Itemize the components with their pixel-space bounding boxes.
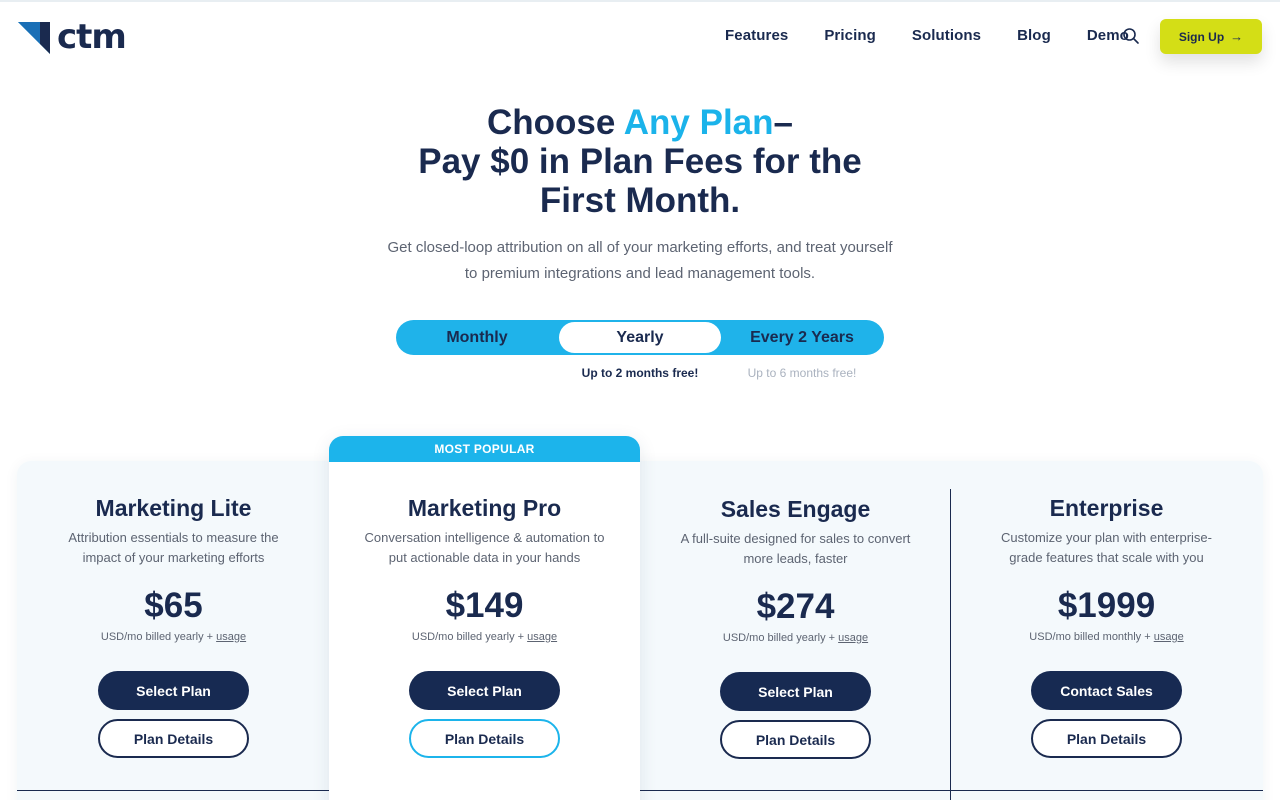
select-plan-button[interactable]: Select Plan bbox=[720, 672, 871, 711]
most-popular-badge: MOST POPULAR bbox=[329, 436, 640, 462]
nav-features[interactable]: Features bbox=[725, 27, 788, 44]
plan-billing: USD/mo billed yearly + usage bbox=[329, 631, 640, 643]
select-plan-button[interactable]: Select Plan bbox=[98, 671, 249, 710]
ctm-logo-icon bbox=[18, 22, 50, 54]
plan-description-line1: Conversation intelligence & automation t… bbox=[364, 530, 605, 545]
hero-subtitle-line2: to premium integrations and lead managem… bbox=[464, 265, 816, 282]
nav-solutions[interactable]: Solutions bbox=[912, 27, 981, 44]
hero-title-dash: – bbox=[773, 103, 793, 142]
plan-price: $1999 bbox=[1057, 586, 1156, 625]
plan-name: Marketing Lite bbox=[95, 495, 252, 521]
hero-subtitle: Get closed-loop attribution on all of yo… bbox=[360, 235, 920, 287]
toggle-every-2-years[interactable]: Every 2 Years bbox=[721, 322, 883, 353]
hero-subtitle-line1: Get closed-loop attribution on all of yo… bbox=[387, 239, 893, 256]
two-year-savings-note: Up to 6 months free! bbox=[747, 366, 857, 380]
plan-price: $274 bbox=[756, 587, 835, 626]
hero-title: Choose Any Plan– Pay $0 in Plan Fees for… bbox=[340, 103, 940, 220]
logo-wordmark: ctm bbox=[57, 17, 127, 57]
plan-description-line2: more leads, faster bbox=[743, 551, 848, 566]
toggle-yearly[interactable]: Yearly bbox=[559, 322, 721, 353]
plan-card-marketing-lite: Marketing Lite Attribution essentials to… bbox=[18, 494, 329, 758]
plan-description-line1: Customize your plan with enterprise- bbox=[1001, 530, 1212, 545]
billing-text: USD/mo billed monthly + bbox=[1029, 631, 1154, 643]
plan-billing: USD/mo billed yearly + usage bbox=[640, 632, 951, 644]
nav-pricing[interactable]: Pricing bbox=[824, 27, 876, 44]
billing-text: USD/mo billed yearly + bbox=[100, 631, 217, 643]
plan-description-line1: Attribution essentials to measure the bbox=[68, 530, 279, 545]
plan-details-button[interactable]: Plan Details bbox=[1031, 719, 1182, 758]
plan-description: A full-suite designed for sales to conve… bbox=[661, 529, 931, 569]
billing-toggle: Monthly Yearly Every 2 Years bbox=[396, 320, 884, 355]
sign-up-button[interactable]: Sign Up → bbox=[1160, 19, 1262, 54]
plan-billing: USD/mo billed yearly + usage bbox=[18, 631, 329, 643]
plan-card-enterprise: Enterprise Customize your plan with ente… bbox=[951, 494, 1262, 758]
yearly-savings-note: Up to 2 months free! bbox=[581, 366, 699, 380]
arrow-right-icon: → bbox=[1230, 29, 1244, 44]
toggle-monthly[interactable]: Monthly bbox=[396, 322, 558, 353]
usage-link[interactable]: usage bbox=[527, 631, 557, 643]
plan-details-button[interactable]: Plan Details bbox=[98, 719, 249, 758]
plan-price: $149 bbox=[445, 586, 524, 625]
hero-title-accent: Any Plan bbox=[623, 103, 774, 142]
hero-title-line3: First Month. bbox=[539, 181, 741, 220]
plan-details-button[interactable]: Plan Details bbox=[720, 720, 871, 759]
plan-card-sales-engage: Sales Engage A full-suite designed for s… bbox=[640, 495, 951, 759]
billing-text: USD/mo billed yearly + bbox=[722, 632, 839, 644]
usage-link[interactable]: usage bbox=[1154, 631, 1184, 643]
plan-name: Sales Engage bbox=[720, 496, 871, 522]
plan-card-marketing-pro: Marketing Pro Conversation intelligence … bbox=[329, 494, 640, 758]
ctm-logo[interactable]: ctm bbox=[18, 17, 127, 57]
plan-description: Customize your plan with enterprise- gra… bbox=[972, 528, 1242, 568]
plan-name: Enterprise bbox=[1049, 495, 1164, 521]
plan-description: Conversation intelligence & automation t… bbox=[350, 528, 620, 568]
plan-description-line2: grade features that scale with you bbox=[1009, 550, 1204, 565]
main-nav: Features Pricing Solutions Blog Demo bbox=[725, 27, 1165, 44]
hero-title-part1: Choose bbox=[486, 103, 624, 142]
sign-up-label: Sign Up bbox=[1178, 29, 1225, 44]
contact-sales-button[interactable]: Contact Sales bbox=[1031, 671, 1182, 710]
plan-description-line2: impact of your marketing efforts bbox=[82, 550, 265, 565]
plan-details-button[interactable]: Plan Details bbox=[409, 719, 560, 758]
select-plan-button[interactable]: Select Plan bbox=[409, 671, 560, 710]
hero-title-line2: Pay $0 in Plan Fees for the bbox=[418, 142, 862, 181]
usage-link[interactable]: usage bbox=[838, 632, 868, 644]
plan-bottom-rule bbox=[17, 790, 329, 791]
plan-price: $65 bbox=[144, 586, 203, 625]
search-icon[interactable] bbox=[1122, 27, 1140, 45]
nav-blog[interactable]: Blog bbox=[1017, 27, 1051, 44]
plan-description: Attribution essentials to measure the im… bbox=[39, 528, 309, 568]
plan-name: Marketing Pro bbox=[407, 495, 562, 521]
plan-description-line2: put actionable data in your hands bbox=[388, 550, 581, 565]
top-border bbox=[0, 0, 1280, 2]
plan-bottom-rule bbox=[640, 790, 1263, 791]
usage-link[interactable]: usage bbox=[216, 631, 246, 643]
billing-text: USD/mo billed yearly + bbox=[411, 631, 528, 643]
plan-description-line1: A full-suite designed for sales to conve… bbox=[680, 531, 911, 546]
plan-billing: USD/mo billed monthly + usage bbox=[951, 631, 1262, 643]
